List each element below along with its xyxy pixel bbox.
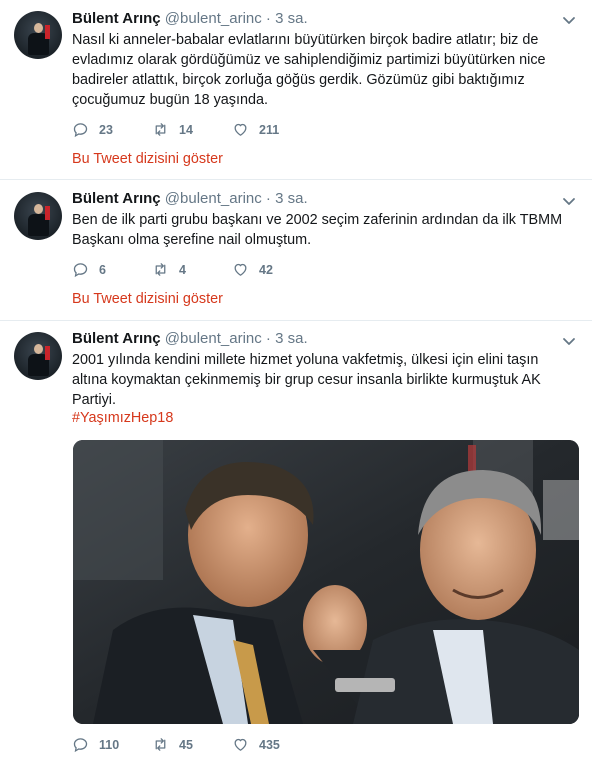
tweet-actions: 23 14 211 [72, 121, 279, 138]
like-button[interactable]: 211 [232, 121, 279, 138]
tweet-text: Nasıl ki anneler-babalar evlatlarını büy… [72, 32, 546, 108]
tweet-header: Bülent Arınç @bulent_arinc · 3 sa. [72, 10, 308, 28]
like-icon [234, 738, 247, 751]
reply-icon [73, 738, 88, 753]
like-count: 435 [259, 737, 280, 752]
user-name[interactable]: Bülent Arınç [72, 330, 161, 347]
separator: · [265, 10, 271, 27]
reply-button[interactable]: 6 [72, 261, 152, 278]
like-count: 211 [259, 122, 280, 137]
chevron-down-icon[interactable] [562, 334, 576, 348]
separator: · [265, 330, 271, 347]
separator: · [265, 190, 271, 207]
chevron-down-icon[interactable] [562, 194, 576, 208]
hashtag-link[interactable]: #YaşımızHep18 [72, 410, 173, 426]
tweet-photo[interactable] [73, 440, 579, 724]
reply-count: 23 [99, 122, 113, 137]
user-name[interactable]: Bülent Arınç [72, 190, 161, 207]
tweet[interactable]: Bülent Arınç @bulent_arinc · 3 sa. Ben d… [0, 180, 592, 321]
tweet-time[interactable]: 3 sa. [275, 10, 308, 27]
like-icon [234, 123, 247, 136]
chevron-down-icon[interactable] [562, 13, 576, 27]
like-button[interactable]: 42 [232, 261, 273, 278]
tweet-header: Bülent Arınç @bulent_arinc · 3 sa. [72, 190, 308, 208]
retweet-count: 45 [179, 737, 193, 752]
user-handle[interactable]: @bulent_arinc [165, 330, 262, 347]
reply-button[interactable]: 110 [72, 736, 152, 753]
retweet-button[interactable]: 45 [152, 736, 232, 753]
tweet[interactable]: Bülent Arınç @bulent_arinc · 3 sa. 2001 … [0, 321, 592, 761]
reply-count: 6 [99, 262, 106, 277]
show-thread-link[interactable]: Bu Tweet dizisini göster [72, 291, 223, 307]
photo-image [73, 440, 579, 724]
retweet-count: 4 [179, 262, 186, 277]
tweet-text: 2001 yılında kendini millete hizmet yolu… [72, 352, 541, 408]
tweet-text: Ben de ilk parti grubu başkanı ve 2002 s… [72, 212, 563, 248]
tweet-time[interactable]: 3 sa. [275, 190, 308, 207]
like-count: 42 [259, 262, 273, 277]
user-handle[interactable]: @bulent_arinc [165, 190, 262, 207]
user-handle[interactable]: @bulent_arinc [165, 10, 262, 27]
reply-button[interactable]: 23 [72, 121, 152, 138]
tweet-actions: 6 4 42 [72, 261, 273, 278]
reply-count: 110 [99, 737, 120, 752]
retweet-icon [155, 738, 166, 751]
show-thread-link[interactable]: Bu Tweet dizisini göster [72, 151, 223, 167]
tweet-actions: 110 45 435 [72, 736, 280, 753]
retweet-count: 14 [179, 122, 193, 137]
retweet-button[interactable]: 14 [152, 121, 232, 138]
retweet-icon [155, 123, 166, 136]
retweet-button[interactable]: 4 [152, 261, 232, 278]
avatar[interactable] [14, 332, 62, 380]
avatar[interactable] [14, 192, 62, 240]
tweet-time[interactable]: 3 sa. [275, 330, 308, 347]
retweet-icon [155, 263, 166, 276]
avatar[interactable] [14, 11, 62, 59]
like-icon [234, 263, 247, 276]
reply-icon [73, 263, 88, 278]
user-name[interactable]: Bülent Arınç [72, 10, 161, 27]
tweet-header: Bülent Arınç @bulent_arinc · 3 sa. [72, 330, 308, 348]
reply-icon [73, 123, 88, 138]
like-button[interactable]: 435 [232, 736, 280, 753]
tweet[interactable]: Bülent Arınç @bulent_arinc · 3 sa. Nasıl… [0, 0, 592, 180]
